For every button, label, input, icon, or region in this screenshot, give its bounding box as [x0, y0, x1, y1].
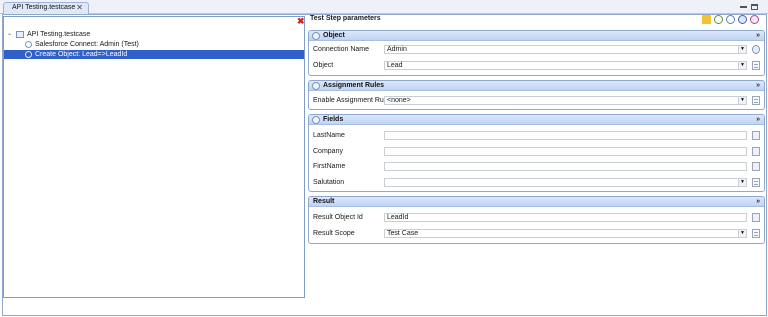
section-title: Fields — [323, 116, 344, 123]
data-source-icon[interactable] — [752, 162, 760, 171]
list-icon[interactable] — [752, 61, 760, 70]
object-row: Object Lead ▼ — [309, 60, 764, 72]
salutation-label: Salutation — [313, 179, 345, 186]
delete-step-icon[interactable]: ✖ — [297, 17, 305, 26]
result-object-id-value: LeadId — [387, 214, 409, 221]
object-section: Object » Connection Name Admin ▼ Object … — [308, 30, 765, 76]
object-section-header[interactable]: Object » — [309, 31, 764, 41]
params-toolbar — [702, 15, 768, 25]
chevron-down-icon[interactable]: ▼ — [738, 97, 746, 104]
list-icon[interactable] — [752, 229, 760, 238]
editor-tab-bar: API Testing.testcase ✕ — [0, 0, 768, 14]
object-label: Object — [313, 62, 334, 69]
tree-item-salesforce-connect[interactable]: Salesforce Connect: Admin (Test) — [4, 40, 304, 49]
result-scope-row: Result Scope Test Case ▼ — [309, 228, 764, 240]
chevron-down-icon[interactable]: ▼ — [738, 179, 746, 186]
result-object-id-input[interactable]: LeadId — [384, 213, 747, 222]
globe-icon[interactable] — [738, 15, 747, 24]
connection-name-label: Connection Name — [313, 46, 370, 53]
maximize-icon[interactable] — [751, 4, 758, 10]
tab-api-testing[interactable]: API Testing.testcase ✕ — [3, 2, 89, 14]
tree-item-label: Create Object: Lead=>LeadId — [35, 51, 128, 58]
window-controls — [738, 2, 762, 12]
result-object-id-label: Result Object Id — [313, 214, 363, 221]
step-icon — [25, 41, 32, 48]
warning-icon[interactable] — [702, 15, 711, 24]
list-icon[interactable] — [752, 178, 760, 187]
connection-name-row: Connection Name Admin ▼ — [309, 44, 764, 56]
lastname-input[interactable] — [384, 131, 747, 140]
object-select[interactable]: Lead ▼ — [384, 61, 747, 70]
result-object-id-row: Result Object Id LeadId — [309, 212, 764, 224]
firstname-input[interactable] — [384, 162, 747, 171]
fields-section: Fields » LastName Company FirstName Salu… — [308, 114, 765, 192]
tree-root-label: API Testing.testcase — [27, 31, 91, 38]
result-section-header[interactable]: Result » — [309, 197, 764, 207]
collapse-icon[interactable]: » — [756, 115, 760, 125]
step-icon — [25, 51, 32, 58]
result-section: Result » Result Object Id LeadId Result … — [308, 196, 765, 244]
data-source-icon[interactable] — [752, 147, 760, 156]
expand-twisty-icon[interactable]: ⌄ — [7, 30, 12, 39]
collapse-icon[interactable]: » — [756, 197, 760, 207]
tab-close-icon[interactable]: ✕ — [76, 3, 83, 13]
connection-name-value: Admin — [387, 46, 407, 53]
assignment-section-header[interactable]: Assignment Rules » — [309, 81, 764, 91]
enable-assignment-label: Enable Assignment Rule — [313, 97, 390, 104]
refresh-icon[interactable] — [726, 15, 735, 24]
data-source-icon[interactable] — [752, 213, 760, 222]
fields-section-header[interactable]: Fields » — [309, 115, 764, 125]
chevron-down-icon[interactable]: ▼ — [738, 46, 746, 53]
section-title: Object — [323, 32, 345, 39]
enable-assignment-value: <none> — [387, 97, 411, 104]
object-icon — [312, 32, 320, 40]
connection-name-select[interactable]: Admin ▼ — [384, 45, 747, 54]
result-scope-label: Result Scope — [313, 230, 355, 237]
fields-icon — [312, 116, 320, 124]
chevron-down-icon[interactable]: ▼ — [738, 230, 746, 237]
firstname-label: FirstName — [313, 163, 346, 170]
testcase-file-icon — [16, 31, 24, 38]
result-scope-select[interactable]: Test Case ▼ — [384, 229, 747, 238]
enable-assignment-select[interactable]: <none> ▼ — [384, 96, 747, 105]
section-title: Assignment Rules — [323, 82, 385, 89]
minimize-icon[interactable] — [740, 4, 747, 8]
tree-root[interactable]: ⌄ API Testing.testcase — [4, 30, 304, 39]
lastname-row: LastName — [309, 130, 764, 142]
salutation-row: Salutation ▼ — [309, 177, 764, 189]
tree-item-create-object[interactable]: Create Object: Lead=>LeadId — [4, 50, 304, 59]
tree-item-label: Salesforce Connect: Admin (Test) — [35, 41, 139, 48]
chevron-down-icon[interactable]: ▼ — [738, 62, 746, 69]
assignment-icon — [312, 82, 320, 90]
enable-assignment-row: Enable Assignment Rule <none> ▼ — [309, 95, 764, 107]
list-icon[interactable] — [752, 96, 760, 105]
settings-icon[interactable] — [750, 15, 759, 24]
object-value: Lead — [387, 62, 403, 69]
salutation-select[interactable]: ▼ — [384, 178, 747, 187]
company-row: Company — [309, 146, 764, 158]
company-label: Company — [313, 148, 343, 155]
tag-icon[interactable] — [714, 15, 723, 24]
collapse-icon[interactable]: » — [756, 31, 760, 41]
collapse-icon[interactable]: » — [756, 81, 760, 91]
params-title: Test Step parameters — [310, 15, 381, 22]
assignment-rules-section: Assignment Rules » Enable Assignment Rul… — [308, 80, 765, 110]
firstname-row: FirstName — [309, 161, 764, 173]
data-source-icon[interactable] — [752, 131, 760, 140]
connection-icon[interactable] — [752, 45, 760, 54]
result-scope-value: Test Case — [387, 230, 419, 237]
company-input[interactable] — [384, 147, 747, 156]
lastname-label: LastName — [313, 132, 345, 139]
section-title: Result — [313, 198, 335, 205]
tab-title: API Testing.testcase — [12, 4, 76, 11]
test-case-tree[interactable]: ⌄ API Testing.testcase Salesforce Connec… — [3, 16, 305, 298]
